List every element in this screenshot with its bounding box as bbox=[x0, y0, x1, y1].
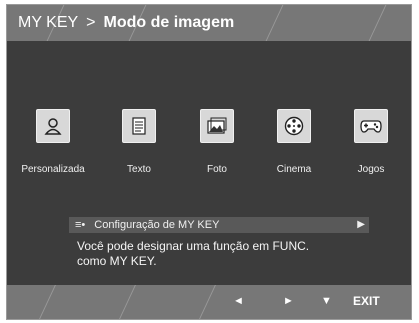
mode-label: Texto bbox=[127, 164, 151, 175]
mode-option-texto[interactable]: Texto bbox=[99, 109, 179, 175]
description-line-1: Você pode designar uma função em FUNC. bbox=[77, 239, 310, 253]
left-arrow-button[interactable]: ◄ bbox=[233, 295, 244, 307]
description-line-2: como MY KEY. bbox=[77, 254, 157, 268]
header-menu-label: MY KEY bbox=[18, 14, 79, 31]
photo-icon bbox=[200, 109, 234, 143]
film-reel-icon bbox=[277, 109, 311, 143]
description-text: Você pode designar uma função em FUNC. c… bbox=[77, 239, 377, 269]
right-arrow-button[interactable]: ► bbox=[283, 295, 294, 307]
person-icon bbox=[36, 109, 70, 143]
mode-label: Personalizada bbox=[21, 164, 85, 175]
osd-body: Personalizada Texto Foto Cinema Jogos ≡•… bbox=[7, 41, 411, 286]
mode-option-personalizada[interactable]: Personalizada bbox=[13, 109, 93, 175]
mode-option-cinema[interactable]: Cinema bbox=[254, 109, 334, 175]
document-icon bbox=[122, 109, 156, 143]
settings-icon: ≡• bbox=[75, 219, 86, 231]
mode-label: Cinema bbox=[276, 164, 312, 175]
osd-header: MY KEY > Modo de imagem bbox=[7, 5, 411, 41]
config-my-key-button[interactable]: ≡• Configuração de MY KEY ▶ bbox=[69, 217, 369, 233]
chevron-right-icon: ▶ bbox=[357, 219, 365, 230]
mode-option-foto[interactable]: Foto bbox=[177, 109, 257, 175]
exit-button[interactable]: EXIT bbox=[353, 294, 380, 308]
down-arrow-button[interactable]: ▼ bbox=[321, 295, 332, 307]
config-label: Configuração de MY KEY bbox=[94, 219, 220, 231]
header-separator: > bbox=[86, 14, 96, 31]
mode-label: Jogos bbox=[357, 164, 385, 175]
page-title: Modo de imagem bbox=[103, 14, 235, 31]
mode-option-jogos[interactable]: Jogos bbox=[331, 109, 411, 175]
gamepad-icon bbox=[354, 109, 388, 143]
osd-window: MY KEY > Modo de imagem Personalizada Te… bbox=[6, 4, 412, 320]
osd-footer: ◄ ► ▼ EXIT bbox=[7, 285, 411, 319]
mode-label: Foto bbox=[206, 164, 227, 175]
